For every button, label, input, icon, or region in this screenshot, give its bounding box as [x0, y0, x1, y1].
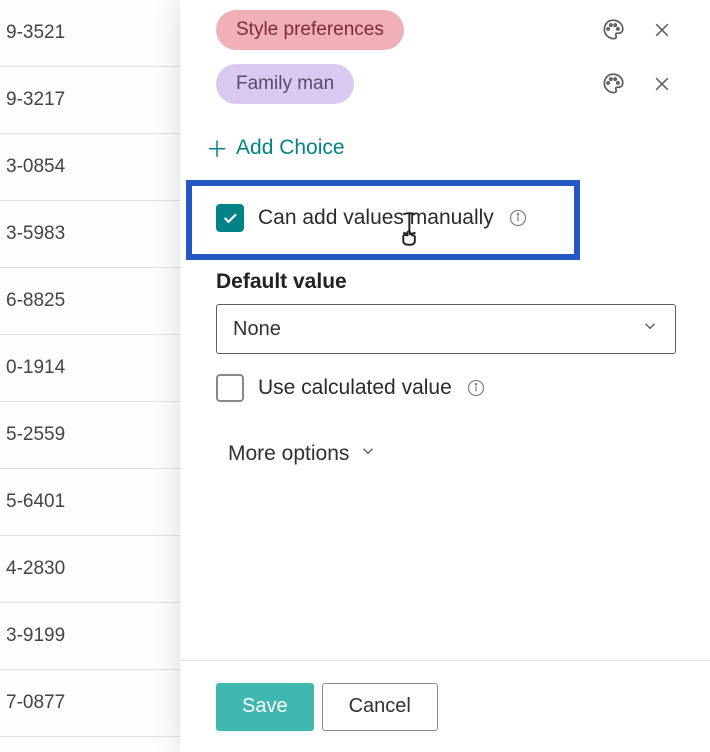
- panel-body: Style preferences Family man: [180, 0, 710, 660]
- list-row[interactable]: 0-1914: [0, 335, 180, 402]
- list-row[interactable]: 3-5983: [0, 201, 180, 268]
- list-cell: 9-3521: [6, 22, 65, 44]
- save-label: Save: [242, 695, 288, 718]
- chevron-down-icon: [359, 442, 377, 466]
- list-row[interactable]: 6-8825: [0, 268, 180, 335]
- list-cell: 3-5983: [6, 223, 65, 245]
- use-calculated-label: Use calculated value: [258, 376, 452, 400]
- add-choice-button[interactable]: ＋ Add Choice: [206, 132, 345, 164]
- close-icon[interactable]: [652, 20, 672, 40]
- can-add-values-label: Can add values manually: [258, 206, 494, 230]
- choice-chip[interactable]: Family man: [216, 64, 354, 104]
- list-cell: 6-8825: [6, 290, 65, 312]
- list-cell: 3-9199: [6, 625, 65, 647]
- choice-label: Family man: [236, 73, 334, 95]
- list-row[interactable]: 5-2559: [0, 402, 180, 469]
- list-row[interactable]: 4-2830: [0, 536, 180, 603]
- list-cell: 5-2559: [6, 424, 65, 446]
- list-cell: 0-1914: [6, 357, 65, 379]
- dropdown-selected: None: [233, 318, 641, 341]
- can-add-values-row[interactable]: Can add values manually: [216, 204, 552, 232]
- info-icon[interactable]: [466, 378, 486, 398]
- save-button[interactable]: Save: [216, 683, 314, 731]
- highlight-annotation: Can add values manually: [186, 180, 580, 260]
- list-row[interactable]: 9-3217: [0, 67, 180, 134]
- plus-icon: ＋: [206, 132, 228, 164]
- more-options-label: More options: [228, 442, 349, 466]
- choice-row: Style preferences: [216, 10, 680, 50]
- default-value-heading: Default value: [216, 270, 680, 294]
- info-icon[interactable]: [508, 208, 528, 228]
- use-calculated-row[interactable]: Use calculated value: [216, 374, 680, 402]
- column-settings-panel: Style preferences Family man: [180, 0, 710, 752]
- list-row[interactable]: 9-3521: [0, 0, 180, 67]
- list-row[interactable]: 3-0854: [0, 134, 180, 201]
- list-cell: 4-2830: [6, 558, 65, 580]
- panel-footer: Save Cancel: [180, 660, 710, 752]
- cancel-label: Cancel: [349, 695, 411, 718]
- background-list: 9-3521 9-3217 3-0854 3-5983 6-8825 0-191…: [0, 0, 180, 752]
- list-row[interactable]: 3-9199: [0, 603, 180, 670]
- list-row[interactable]: 7-0877: [0, 670, 180, 737]
- default-value-dropdown[interactable]: None: [216, 304, 676, 354]
- chevron-down-icon: [641, 317, 659, 341]
- palette-icon[interactable]: [600, 17, 626, 43]
- list-cell: 3-0854: [6, 156, 65, 178]
- more-options-toggle[interactable]: More options: [228, 442, 377, 466]
- palette-icon[interactable]: [600, 71, 626, 97]
- checkbox-unchecked-icon[interactable]: [216, 374, 244, 402]
- choice-row: Family man: [216, 64, 680, 104]
- list-cell: 7-0877: [6, 692, 65, 714]
- list-cell: 5-6401: [6, 491, 65, 513]
- list-cell: 9-3217: [6, 89, 65, 111]
- add-choice-label: Add Choice: [236, 136, 345, 160]
- checkbox-checked-icon[interactable]: [216, 204, 244, 232]
- close-icon[interactable]: [652, 74, 672, 94]
- choice-label: Style preferences: [236, 19, 384, 41]
- choice-chip[interactable]: Style preferences: [216, 10, 404, 50]
- cancel-button[interactable]: Cancel: [322, 683, 438, 731]
- list-row[interactable]: 5-6401: [0, 469, 180, 536]
